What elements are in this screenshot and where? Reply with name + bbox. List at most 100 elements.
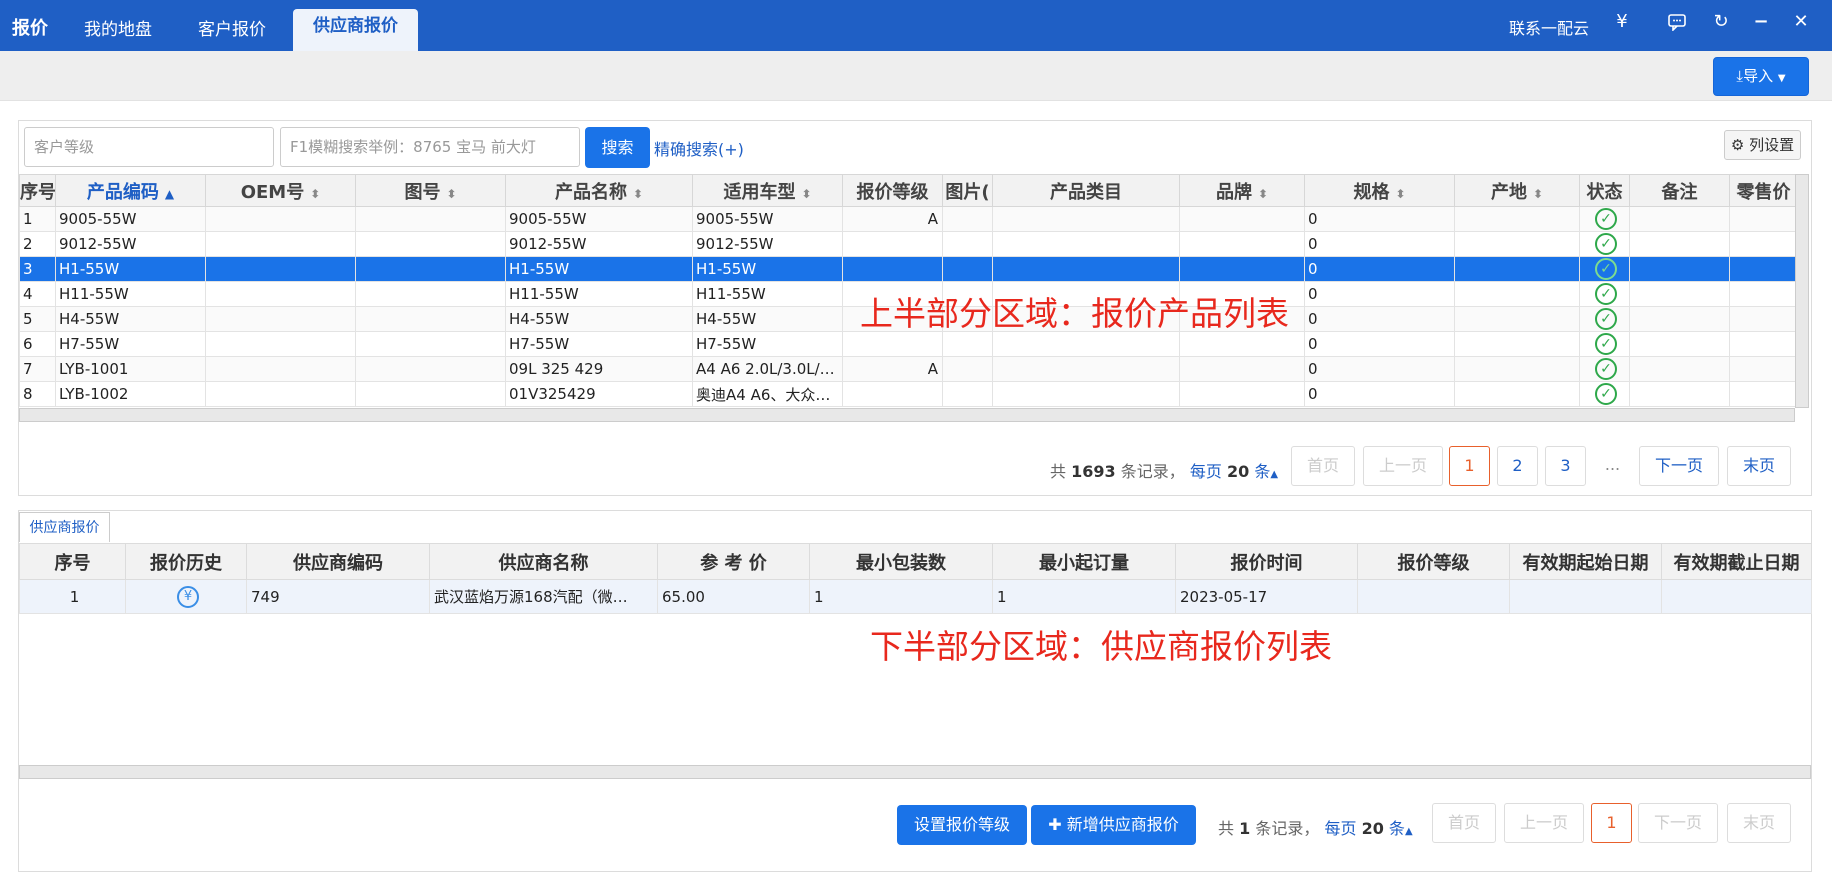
cell-index: 8 xyxy=(19,381,56,407)
top-bar: 报价 我的地盘 客户报价 供应商报价 联系一配云 ¥ ↻ − ✕ xyxy=(0,0,1832,51)
col-header: 零售价 xyxy=(1729,174,1798,207)
col-header-sortable[interactable]: OEM号 ⬍ xyxy=(205,174,356,207)
table-row[interactable]: 1 9005-55W 9005-55W 9005-55W A 0 ✓ xyxy=(19,206,1798,232)
chat-icon[interactable] xyxy=(1665,14,1689,35)
prev-page-button[interactable]: 上一页 xyxy=(1504,803,1584,843)
col-header-sortable[interactable]: 产地 ⬍ xyxy=(1454,174,1580,207)
status-ok-icon: ✓ xyxy=(1595,308,1617,330)
add-supplier-quote-button[interactable]: ✚ 新增供应商报价 xyxy=(1031,805,1196,845)
cell-status: ✓ xyxy=(1579,331,1630,357)
table-row[interactable]: 8 LYB-1002 01V325429 奥迪A4 A6、大众… 0 ✓ xyxy=(19,381,1798,407)
table-header-row: 序号 产品编码 ▲ OEM号 ⬍ 图号 ⬍ 产品名称 ⬍ 适用车型 ⬍ 报价等级 图片( … xyxy=(19,174,1798,207)
status-ok-icon: ✓ xyxy=(1595,208,1617,230)
table-row[interactable]: 7 LYB-1001 09L 325 429 A4 A6 2.0L/3.0L/… A 0 ✓ xyxy=(19,356,1798,382)
cell-quote-level xyxy=(842,231,943,257)
close-icon[interactable]: ✕ xyxy=(1789,11,1813,32)
first-page-button[interactable]: 首页 xyxy=(1432,803,1496,843)
cell-status: ✓ xyxy=(1579,281,1630,307)
horizontal-scrollbar[interactable] xyxy=(19,765,1811,779)
cell-valid-to xyxy=(1661,579,1812,614)
next-page-button[interactable]: 下一页 xyxy=(1639,446,1719,486)
cell-supplier-name: 武汉蓝焰万源168汽配（微… xyxy=(429,579,658,614)
col-header: 有效期起始日期 xyxy=(1509,543,1662,580)
next-page-button[interactable]: 下一页 xyxy=(1638,803,1718,843)
cell-index: 1 xyxy=(19,206,56,232)
quote-history-icon[interactable]: ¥ xyxy=(177,585,199,608)
tab-customer-quote[interactable]: 客户报价 xyxy=(198,15,266,40)
customer-level-input[interactable]: 客户等级 xyxy=(24,127,274,167)
cell-quote-level xyxy=(842,381,943,407)
set-quote-level-button[interactable]: 设置报价等级 xyxy=(897,805,1027,845)
cell-supplier-code: 749 xyxy=(246,579,430,614)
col-header-sortable[interactable]: 产品编码 ▲ xyxy=(55,174,206,207)
cell-image xyxy=(942,381,993,407)
page-2-button[interactable]: 2 xyxy=(1497,446,1538,486)
cell-vehicle: H11-55W xyxy=(692,281,843,307)
cell-drawing xyxy=(355,231,506,257)
cell-index: 3 xyxy=(19,256,56,282)
page-1-button[interactable]: 1 xyxy=(1449,446,1490,486)
vertical-scrollbar[interactable] xyxy=(1795,174,1809,408)
column-settings-button[interactable]: ⚙ 列设置 xyxy=(1724,130,1801,160)
page-3-button[interactable]: 3 xyxy=(1545,446,1586,486)
col-header-sortable[interactable]: 规格 ⬍ xyxy=(1304,174,1455,207)
table-row[interactable]: 2 9012-55W 9012-55W 9012-55W 0 ✓ xyxy=(19,231,1798,257)
cell-category xyxy=(992,231,1180,257)
cell-drawing xyxy=(355,281,506,307)
search-input[interactable]: F1模糊搜索举例：8765 宝马 前大灯 xyxy=(280,127,580,167)
col-header: 备注 xyxy=(1629,174,1730,207)
page-size-selector[interactable]: 每页 20 条▲ xyxy=(1324,819,1412,838)
col-header: 报价等级 xyxy=(842,174,943,207)
cell-oem xyxy=(205,381,356,407)
last-page-button[interactable]: 末页 xyxy=(1727,803,1791,843)
table-row[interactable]: 1 ¥ 749 武汉蓝焰万源168汽配（微… 65.00 1 1 2023-05… xyxy=(19,579,1812,614)
page-size-selector[interactable]: 每页 20 条▲ xyxy=(1190,462,1278,481)
col-header-sortable[interactable]: 品牌 ⬍ xyxy=(1179,174,1305,207)
cell-index: 7 xyxy=(19,356,56,382)
prev-page-button[interactable]: 上一页 xyxy=(1363,446,1443,486)
col-header-sortable[interactable]: 图号 ⬍ xyxy=(355,174,506,207)
import-button[interactable]: ⤓导入 ▼ xyxy=(1713,57,1809,96)
search-button[interactable]: 搜索 xyxy=(585,127,650,168)
cell-retail-price xyxy=(1729,281,1798,307)
col-header: 有效期截止日期 xyxy=(1661,543,1812,580)
cell-quote-time: 2023-05-17 xyxy=(1175,579,1358,614)
cell-spec: 0 xyxy=(1304,231,1455,257)
tab-supplier-quote[interactable]: 供应商报价 xyxy=(293,9,418,51)
tab-supplier-quotes[interactable]: 供应商报价 xyxy=(19,512,110,542)
cell-quote-level xyxy=(1357,579,1510,614)
table-row[interactable]: 6 H7-55W H7-55W H7-55W 0 ✓ xyxy=(19,331,1798,357)
cell-product-name: H7-55W xyxy=(505,331,693,357)
page-1-button[interactable]: 1 xyxy=(1591,803,1632,843)
cell-vehicle: 奥迪A4 A6、大众… xyxy=(692,381,843,407)
horizontal-scrollbar[interactable] xyxy=(19,408,1795,422)
status-ok-icon: ✓ xyxy=(1595,283,1617,305)
col-header: 序号 xyxy=(19,543,126,580)
col-header-sortable[interactable]: 适用车型 ⬍ xyxy=(692,174,843,207)
cell-product-code: H1-55W xyxy=(55,256,206,282)
yen-icon[interactable]: ¥ xyxy=(1610,11,1634,32)
col-header-sortable[interactable]: 产品名称 ⬍ xyxy=(505,174,693,207)
cell-spec: 0 xyxy=(1304,331,1455,357)
cell-status: ✓ xyxy=(1579,231,1630,257)
col-header: 图片( xyxy=(942,174,993,207)
tab-my-territory[interactable]: 我的地盘 xyxy=(84,15,152,40)
cell-brand xyxy=(1179,206,1305,232)
cell-retail-price xyxy=(1729,206,1798,232)
cell-brand xyxy=(1179,356,1305,382)
first-page-button[interactable]: 首页 xyxy=(1291,446,1355,486)
quote-history-cell[interactable]: ¥ xyxy=(125,579,247,614)
contact-link[interactable]: 联系一配云 xyxy=(1509,15,1589,39)
cell-category xyxy=(992,331,1180,357)
toolbar xyxy=(0,51,1832,101)
precise-search-link[interactable]: 精确搜索(+) xyxy=(654,136,744,160)
table-row[interactable]: 3 H1-55W H1-55W H1-55W 0 ✓ xyxy=(19,256,1798,282)
col-header: 报价时间 xyxy=(1175,543,1358,580)
cell-drawing xyxy=(355,356,506,382)
last-page-button[interactable]: 末页 xyxy=(1727,446,1791,486)
refresh-icon[interactable]: ↻ xyxy=(1709,11,1733,32)
cell-oem xyxy=(205,231,356,257)
cell-oem xyxy=(205,306,356,332)
cell-image xyxy=(942,206,993,232)
minimize-icon[interactable]: − xyxy=(1749,11,1773,32)
